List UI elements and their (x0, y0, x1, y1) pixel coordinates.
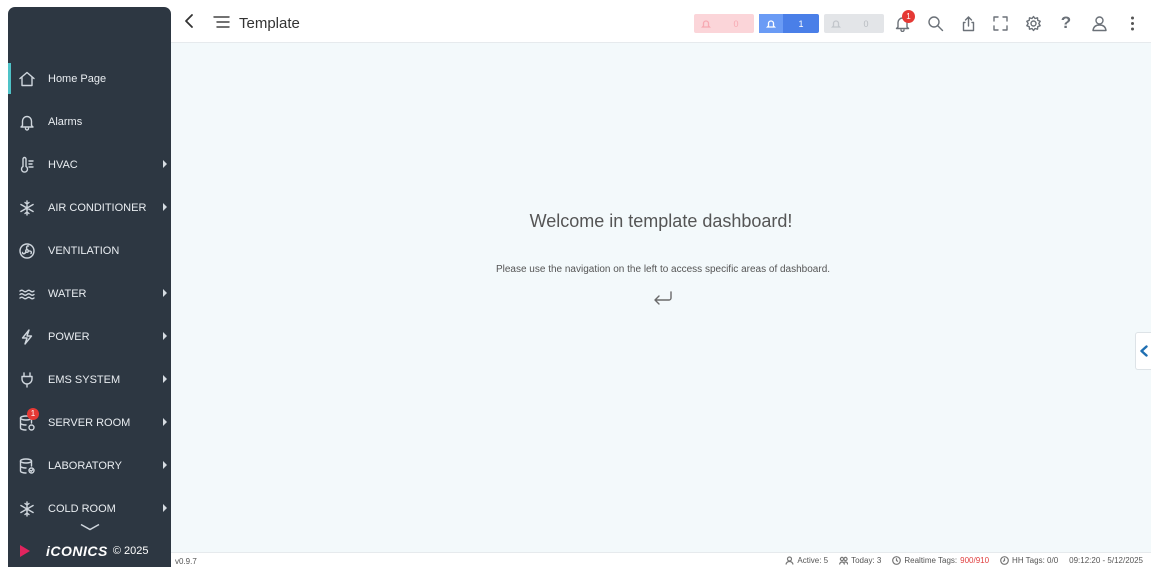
status-bar: v0.9.7 Active: 5 Today: 3 Realtime Tags:… (171, 552, 1151, 569)
sidebar-item-home-page[interactable]: Home Page (8, 57, 171, 100)
share-icon[interactable] (958, 13, 978, 33)
fullscreen-icon[interactable] (990, 13, 1010, 33)
help-icon[interactable]: ? (1056, 13, 1076, 33)
waves-icon (17, 284, 37, 304)
sidebar-item-label: HVAC (48, 158, 78, 171)
version-label: v0.9.7 (175, 557, 197, 566)
sidebar-item-water[interactable]: WATER (8, 272, 171, 315)
thermometer-icon (17, 155, 37, 175)
database-check-icon (17, 456, 37, 476)
welcome-title: Welcome in template dashboard! (529, 211, 793, 231)
hh-tags-label: HH Tags: 0/0 (1012, 556, 1059, 565)
sidebar-item-label: WATER (48, 287, 87, 300)
more-options-icon[interactable] (1122, 13, 1142, 33)
sidebar: Home Page Alarms HVAC AIR CONDITIONER VE… (8, 7, 171, 567)
realtime-tags-value: 900/910 (960, 556, 990, 565)
bell-icon (824, 19, 848, 29)
lightning-icon (17, 327, 37, 347)
chevron-left-icon (1139, 345, 1148, 357)
submenu-arrow-icon (163, 203, 167, 211)
snowflake-icon (17, 499, 37, 519)
clock-icon (892, 556, 902, 565)
realtime-tags-label: Realtime Tags: (904, 556, 958, 565)
search-icon[interactable] (925, 13, 945, 33)
alarm-count-gray[interactable]: 0 (824, 14, 884, 33)
alarm-count-value: 0 (863, 18, 869, 29)
sidebar-item-label: Home Page (48, 72, 107, 85)
sidebar-item-label: COLD ROOM (48, 502, 116, 515)
sidebar-item-label: Alarms (48, 115, 83, 128)
user-icon[interactable] (1089, 13, 1109, 33)
sidebar-item-server-room[interactable]: 1 SERVER ROOM (8, 401, 171, 444)
bell-icon (759, 14, 783, 33)
notification-badge: 1 (27, 407, 39, 420)
brand-name: iCONICS (46, 543, 108, 559)
sidebar-item-label: SERVER ROOM (48, 416, 131, 429)
plug-icon (17, 370, 37, 390)
sidebar-header (8, 7, 171, 57)
sidebar-item-alarms[interactable]: Alarms (8, 100, 171, 143)
database-icon: 1 (17, 407, 39, 433)
sidebar-item-label: AIR CONDITIONER (48, 201, 147, 214)
home-icon (17, 69, 37, 89)
submenu-arrow-icon (163, 332, 167, 340)
gear-icon[interactable] (1023, 13, 1043, 33)
sidebar-item-ventilation[interactable]: VENTILATION (8, 229, 171, 272)
side-panel-toggle[interactable] (1135, 332, 1151, 370)
sidebar-item-label: EMS SYSTEM (48, 373, 121, 386)
active-users-label: Active: 5 (797, 556, 829, 565)
sidebar-item-power[interactable]: POWER (8, 315, 171, 358)
history-clock-icon (1000, 556, 1009, 565)
bell-icon (694, 19, 718, 29)
status-items: Active: 5 Today: 3 Realtime Tags: 900/910… (774, 556, 1143, 565)
sidebar-item-ems-system[interactable]: EMS SYSTEM (8, 358, 171, 401)
page-title: Template (239, 15, 300, 32)
scroll-down-chevron-icon[interactable] (79, 518, 101, 536)
submenu-arrow-icon (163, 418, 167, 426)
today-users: Today: 3 (839, 556, 881, 565)
sidebar-item-label: POWER (48, 330, 90, 343)
sidebar-item-label: VENTILATION (48, 244, 120, 257)
copyright: © 2025 (112, 545, 149, 557)
bell-icon (17, 112, 37, 132)
brand-logo-icon (20, 545, 30, 557)
notifications-button[interactable]: 1 (892, 10, 915, 33)
alarm-count-value: 1 (798, 18, 804, 29)
fan-icon (17, 241, 37, 261)
welcome-text: Please use the navigation on the left to… (495, 264, 831, 275)
return-arrow-icon (652, 290, 674, 311)
hh-tags: HH Tags: 0/0 (1000, 556, 1058, 565)
top-bar: Template 0 1 0 1 ? (171, 0, 1151, 43)
realtime-tags: Realtime Tags: 900/910 (892, 556, 989, 565)
active-users: Active: 5 (785, 556, 828, 565)
today-users-label: Today: 3 (851, 556, 882, 565)
menu-toggle-icon[interactable] (213, 15, 231, 34)
alarm-count-blue[interactable]: 1 (759, 14, 819, 33)
users-icon (839, 556, 849, 565)
notification-badge: 1 (902, 10, 915, 23)
sidebar-item-label: LABORATORY (48, 459, 122, 472)
sidebar-item-air-conditioner[interactable]: AIR CONDITIONER (8, 186, 171, 229)
user-icon (785, 556, 795, 565)
submenu-arrow-icon (163, 160, 167, 168)
submenu-arrow-icon (163, 375, 167, 383)
sidebar-item-laboratory[interactable]: LABORATORY (8, 444, 171, 487)
sidebar-item-hvac[interactable]: HVAC (8, 143, 171, 186)
datetime: 09:12:20 - 5/12/2025 (1069, 556, 1143, 565)
back-chevron-icon[interactable] (183, 13, 195, 34)
alarm-count-red[interactable]: 0 (694, 14, 754, 33)
dashboard-content: Welcome in template dashboard! Please us… (171, 43, 1151, 552)
snowflake-icon (17, 198, 37, 218)
submenu-arrow-icon (163, 289, 167, 297)
submenu-arrow-icon (163, 461, 167, 469)
sidebar-nav: Home Page Alarms HVAC AIR CONDITIONER VE… (8, 57, 171, 530)
brand-footer: iCONICS © 2025 (20, 543, 148, 559)
submenu-arrow-icon (163, 504, 167, 512)
alarm-count-value: 0 (733, 18, 739, 29)
